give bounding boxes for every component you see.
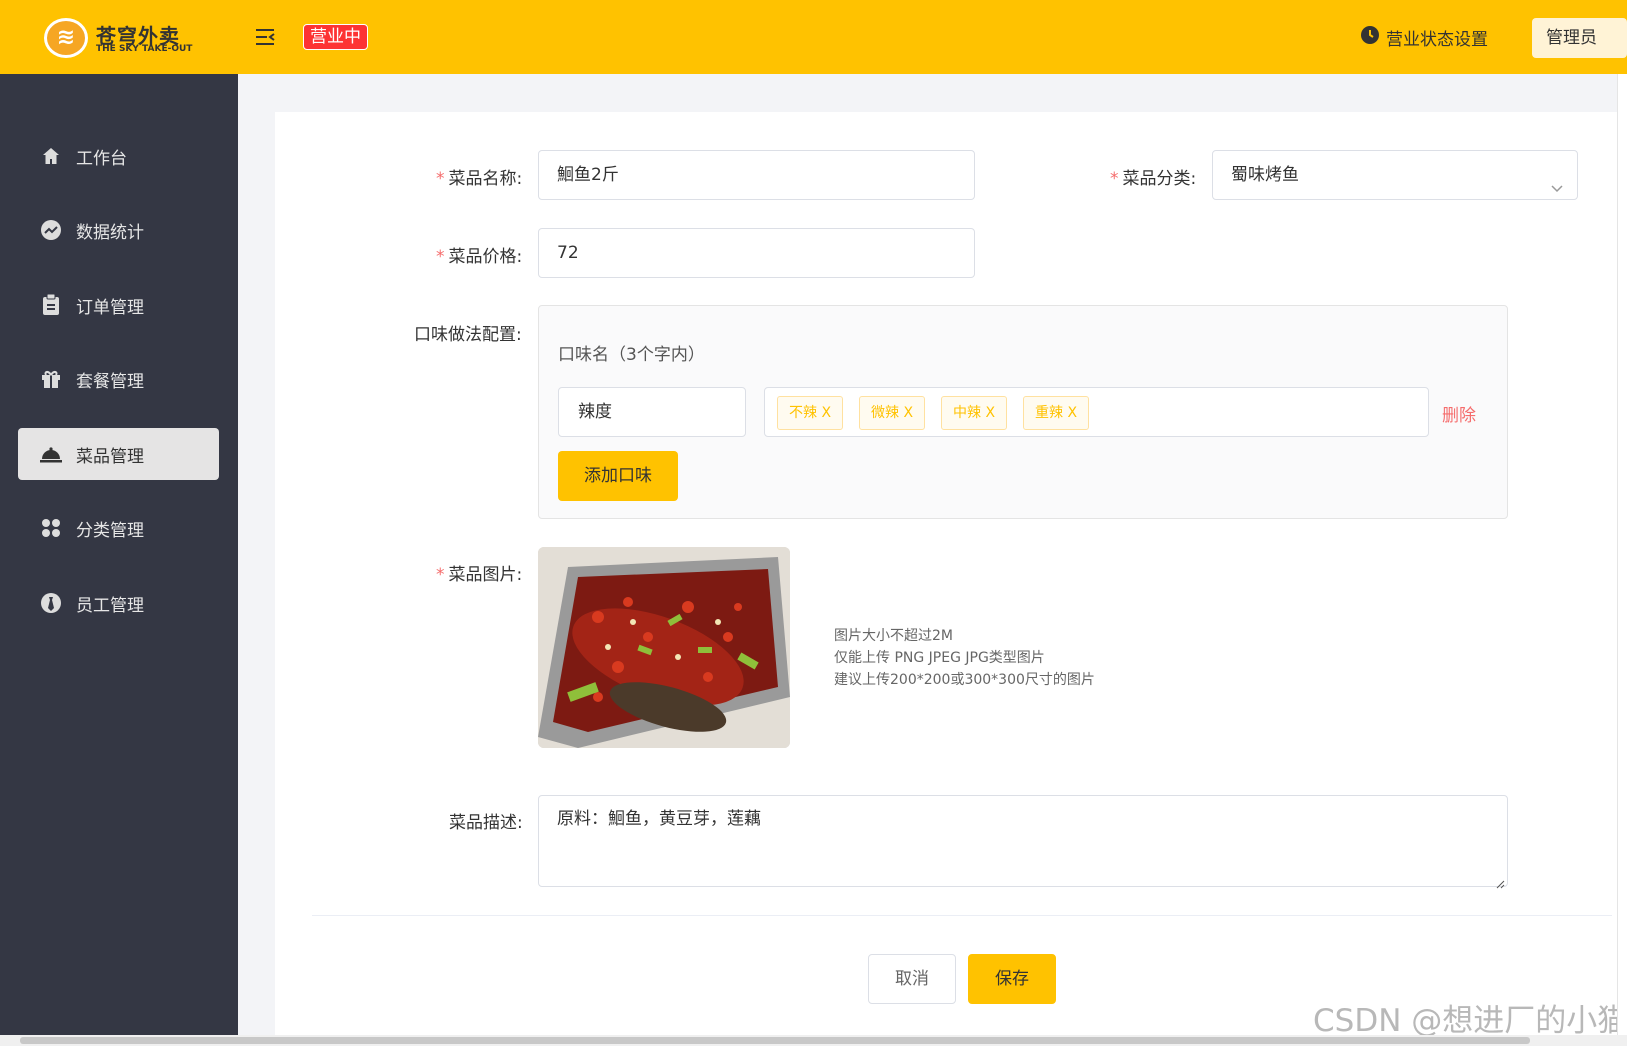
- flavor-tag[interactable]: 重辣 X: [1023, 396, 1090, 430]
- gift-icon: [40, 368, 62, 390]
- sidebar-item-category[interactable]: 分类管理: [18, 502, 219, 554]
- flavor-tag[interactable]: 不辣 X: [777, 396, 844, 430]
- admin-menu-button[interactable]: 管理员: [1532, 18, 1627, 58]
- sidebar-item-setmeal[interactable]: 套餐管理: [18, 353, 219, 405]
- dish-cover-icon: [40, 443, 62, 465]
- sidebar-item-label: 订单管理: [76, 297, 144, 318]
- flavor-name-input[interactable]: 辣度: [558, 387, 746, 437]
- sidebar-item-label: 套餐管理: [76, 371, 144, 392]
- flavor-tag[interactable]: 微辣 X: [859, 396, 926, 430]
- clipboard-icon: [40, 294, 62, 316]
- dish-name-label: * 菜品名称:: [436, 169, 523, 189]
- sidebar-item-statistics[interactable]: 数据统计: [18, 204, 219, 256]
- sidebar: 工作台 数据统计 订单管理 套餐管理 菜品管理 分类管理 员工管理: [0, 74, 238, 1046]
- dish-price-input[interactable]: 72: [538, 228, 975, 278]
- grid-icon: [40, 517, 62, 539]
- resize-grip-icon[interactable]: [1495, 874, 1505, 889]
- business-status-badge: 营业中: [303, 24, 368, 50]
- dish-desc-value: 原料：鮰鱼，黄豆芽，莲藕: [557, 809, 761, 829]
- form-divider: [312, 915, 1612, 916]
- dish-category-label: * 菜品分类:: [1110, 169, 1197, 189]
- sidebar-item-orders[interactable]: 订单管理: [18, 279, 219, 331]
- sidebar-item-employee[interactable]: 员工管理: [18, 577, 219, 629]
- flavor-name-hint: 口味名（3个字内）: [558, 345, 705, 365]
- chevron-down-icon: [1549, 167, 1565, 193]
- app-logo: ≋ 苍穹外卖 THE SKY TAKE-OUT: [44, 18, 194, 58]
- dish-category-value: 蜀味烤鱼: [1231, 165, 1299, 185]
- sidebar-item-label: 员工管理: [76, 595, 144, 616]
- scrollbar-thumb[interactable]: [20, 1037, 1530, 1044]
- sidebar-item-label: 数据统计: [76, 222, 144, 243]
- clock-icon: [1360, 25, 1380, 50]
- delete-flavor-link[interactable]: 删除: [1442, 401, 1476, 426]
- image-upload-tips: 图片大小不超过2M 仅能上传 PNG JPEG JPG类型图片 建议上传200*…: [834, 625, 1095, 691]
- grilled-fish-image: [538, 547, 790, 748]
- dish-image-label: * 菜品图片:: [436, 565, 523, 585]
- business-status-setting-label: 营业状态设置: [1386, 29, 1488, 50]
- flavor-values-input[interactable]: 不辣 X 微辣 X 中辣 X 重辣 X: [764, 387, 1429, 437]
- flavor-config-panel: 口味名（3个字内） 辣度 不辣 X 微辣 X 中辣 X 重辣 X 删除 添加口味: [538, 305, 1508, 519]
- horizontal-scrollbar[interactable]: [0, 1035, 1627, 1046]
- sidebar-item-label: 工作台: [76, 148, 127, 169]
- chart-icon: [40, 219, 62, 241]
- dish-price-label: * 菜品价格:: [436, 247, 523, 267]
- business-status-setting[interactable]: 营业状态设置: [1360, 24, 1488, 50]
- logo-subtext: THE SKY TAKE-OUT: [96, 44, 193, 54]
- logo-icon: ≋: [44, 18, 88, 58]
- sidebar-item-workbench[interactable]: 工作台: [18, 130, 219, 182]
- employee-icon: [40, 592, 62, 614]
- dish-category-select[interactable]: 蜀味烤鱼: [1212, 150, 1578, 200]
- watermark: CSDN @想进厂的小猫: [1313, 1003, 1627, 1039]
- save-button[interactable]: 保存: [968, 954, 1056, 1004]
- flavor-tag[interactable]: 中辣 X: [941, 396, 1008, 430]
- cancel-button[interactable]: 取消: [868, 954, 956, 1004]
- image-tip-line: 建议上传200*200或300*300尺寸的图片: [834, 672, 1095, 688]
- menu-collapse-icon[interactable]: [254, 26, 276, 48]
- image-tip-line: 仅能上传 PNG JPEG JPG类型图片: [834, 650, 1045, 666]
- sidebar-item-label: 菜品管理: [76, 446, 144, 467]
- add-flavor-button[interactable]: 添加口味: [558, 451, 678, 501]
- vertical-scrollbar[interactable]: [1617, 74, 1627, 1035]
- sidebar-item-dish[interactable]: 菜品管理: [18, 428, 219, 480]
- top-header: ≋ 苍穹外卖 THE SKY TAKE-OUT 营业中 营业状态设置 管理员: [0, 0, 1627, 74]
- home-icon: [40, 145, 62, 167]
- dish-desc-textarea[interactable]: 原料：鮰鱼，黄豆芽，莲藕: [538, 795, 1508, 889]
- image-tip-line: 图片大小不超过2M: [834, 628, 953, 644]
- sidebar-item-label: 分类管理: [76, 520, 144, 541]
- dish-desc-label: 菜品描述:: [449, 813, 523, 833]
- flavor-config-label: 口味做法配置:: [414, 325, 522, 345]
- dish-image-upload[interactable]: [538, 547, 790, 748]
- dish-name-input[interactable]: 鮰鱼2斤: [538, 150, 975, 200]
